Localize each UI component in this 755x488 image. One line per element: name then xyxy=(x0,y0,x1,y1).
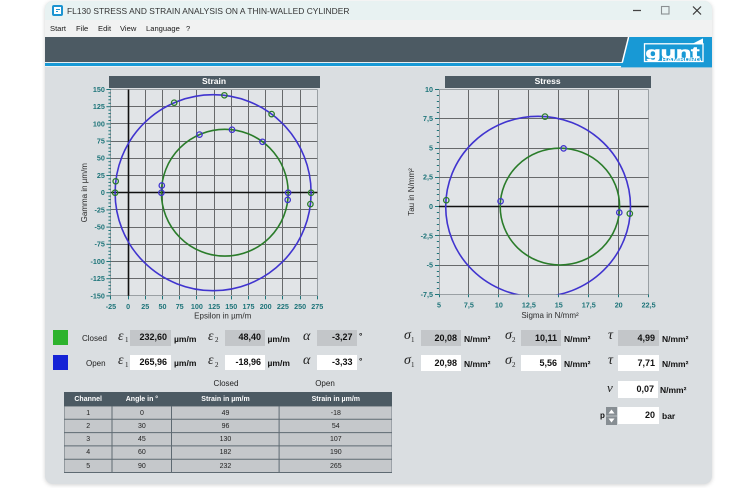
svg-text:Epsilon in µm/m: Epsilon in µm/m xyxy=(194,311,251,320)
svg-text:10: 10 xyxy=(425,85,433,94)
svg-text:0: 0 xyxy=(126,302,130,311)
svg-text:-50: -50 xyxy=(95,223,105,232)
svg-text:-2,5: -2,5 xyxy=(421,231,433,240)
svg-text:250: 250 xyxy=(294,302,306,311)
svg-text:15: 15 xyxy=(555,300,563,309)
svg-text:22,5: 22,5 xyxy=(642,300,656,309)
svg-text:17,5: 17,5 xyxy=(582,300,596,309)
svg-text:125: 125 xyxy=(93,102,105,111)
svg-text:0: 0 xyxy=(429,202,433,211)
svg-text:150: 150 xyxy=(93,85,105,94)
svg-text:Tau in N/mm²: Tau in N/mm² xyxy=(407,168,416,216)
svg-text:-100: -100 xyxy=(91,257,105,266)
svg-text:7,5: 7,5 xyxy=(464,300,474,309)
svg-text:25: 25 xyxy=(141,302,149,311)
svg-text:7,5: 7,5 xyxy=(423,114,433,123)
svg-text:75: 75 xyxy=(97,137,105,146)
svg-text:-7,5: -7,5 xyxy=(421,290,433,299)
svg-text:2,5: 2,5 xyxy=(423,173,433,182)
svg-text:125: 125 xyxy=(208,302,220,311)
svg-text:-150: -150 xyxy=(91,291,105,300)
svg-text:-75: -75 xyxy=(95,240,105,249)
svg-text:10: 10 xyxy=(495,300,503,309)
svg-text:275: 275 xyxy=(311,302,323,311)
svg-text:100: 100 xyxy=(191,302,203,311)
svg-text:20: 20 xyxy=(615,300,623,309)
svg-text:5: 5 xyxy=(429,143,433,152)
svg-text:50: 50 xyxy=(97,154,105,163)
svg-text:100: 100 xyxy=(93,119,105,128)
svg-text:HAMBURG: HAMBURG xyxy=(662,57,702,63)
svg-text:-5: -5 xyxy=(427,261,433,270)
svg-text:25: 25 xyxy=(97,171,105,180)
svg-text:-125: -125 xyxy=(91,274,105,283)
svg-text:150: 150 xyxy=(225,302,237,311)
svg-text:50: 50 xyxy=(159,302,167,311)
svg-text:-25: -25 xyxy=(106,302,116,311)
svg-text:Sigma in N/mm²: Sigma in N/mm² xyxy=(521,311,579,320)
svg-text:225: 225 xyxy=(277,302,289,311)
svg-text:5: 5 xyxy=(437,300,441,309)
svg-text:200: 200 xyxy=(260,302,272,311)
svg-text:0: 0 xyxy=(101,188,105,197)
svg-text:Gamma in µm/m: Gamma in µm/m xyxy=(80,163,89,223)
svg-text:175: 175 xyxy=(243,302,255,311)
svg-text:75: 75 xyxy=(176,302,184,311)
svg-text:12,5: 12,5 xyxy=(522,300,536,309)
svg-text:-25: -25 xyxy=(95,205,105,214)
